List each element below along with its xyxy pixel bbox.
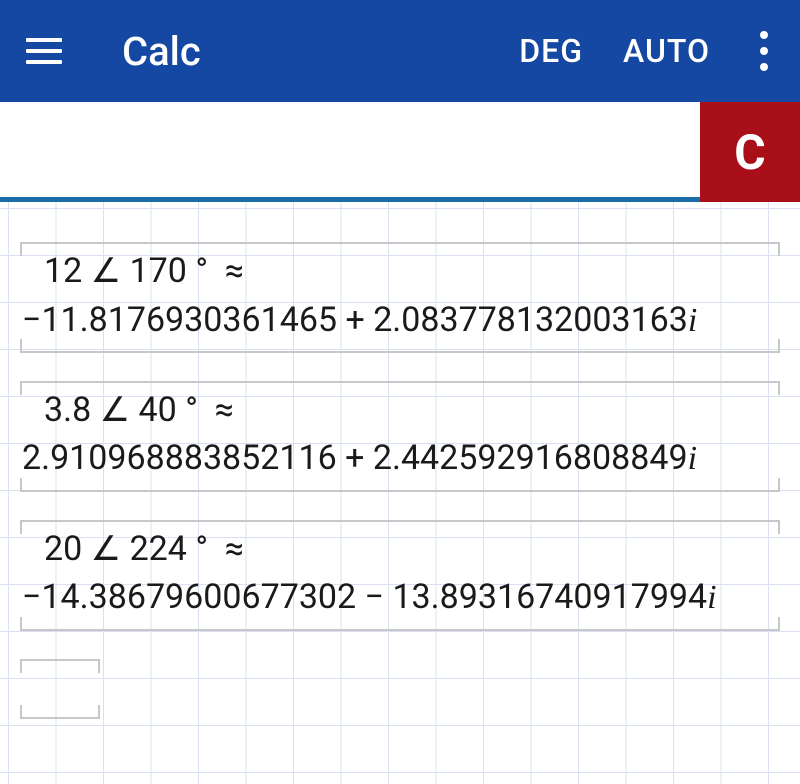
auto-mode-button[interactable]: AUTO (603, 32, 730, 70)
result-expression: 3.8 ∠ 40 ° ≈ (22, 387, 778, 435)
input-row: C (0, 102, 800, 202)
result-expression: 12 ∠ 170 ° ≈ (22, 248, 778, 296)
more-options-icon[interactable] (748, 23, 780, 79)
empty-result-placeholder (20, 659, 100, 719)
result-value: −11.8176930361465 + 2.083778132003163i (22, 296, 778, 345)
hamburger-icon[interactable] (20, 30, 68, 72)
clear-button[interactable]: C (700, 102, 800, 202)
app-title: Calc (122, 28, 499, 75)
app-header: Calc DEG AUTO (0, 0, 800, 102)
result-entry[interactable]: 12 ∠ 170 ° ≈ −11.8176930361465 + 2.08377… (10, 242, 790, 349)
result-expression: 20 ∠ 224 ° ≈ (22, 526, 778, 574)
results-area[interactable]: 12 ∠ 170 ° ≈ −11.8176930361465 + 2.08377… (0, 202, 800, 784)
result-value: −14.38679600677302 − 13.89316740917994i (22, 573, 778, 622)
angle-mode-button[interactable]: DEG (499, 32, 603, 70)
result-value: 2.910968883852116 + 2.442592916808849i (22, 434, 778, 483)
result-entry[interactable]: 3.8 ∠ 40 ° ≈ 2.910968883852116 + 2.44259… (10, 381, 790, 488)
result-entry[interactable]: 20 ∠ 224 ° ≈ −14.38679600677302 − 13.893… (10, 520, 790, 627)
expression-input[interactable] (0, 102, 700, 202)
